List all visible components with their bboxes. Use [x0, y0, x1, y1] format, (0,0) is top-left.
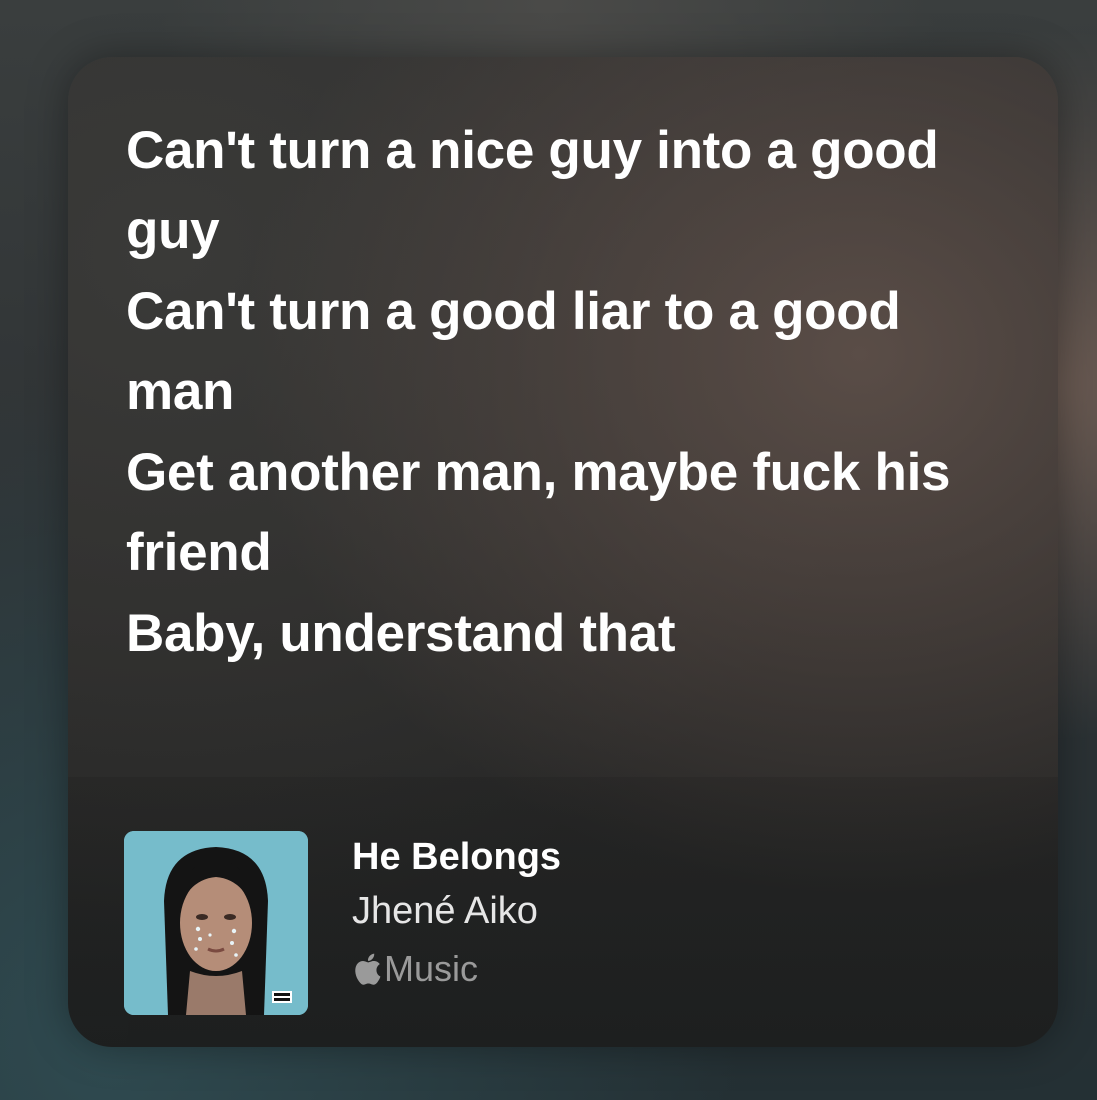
lyrics-block: Can't turn a nice guy into a good guy Ca… [126, 111, 1006, 674]
song-title: He Belongs [352, 836, 562, 878]
album-cover-image[interactable] [124, 831, 308, 1015]
apple-logo-icon [355, 953, 381, 985]
artist-name: Jhené Aiko [352, 890, 538, 932]
lyric-line: Can't turn a nice guy into a good guy [126, 121, 939, 260]
track-info: He Belongs Jhené Aiko Music [352, 831, 561, 999]
lyric-line: Can't turn a good liar to a good man [126, 282, 901, 421]
service-badge: Music [352, 939, 561, 999]
lyric-line: Get another man, maybe fuck his friend [126, 443, 951, 582]
lyrics-share-card: Can't turn a nice guy into a good guy Ca… [68, 57, 1058, 1047]
lyric-line: Baby, understand that [126, 604, 676, 663]
service-label: Music [384, 948, 479, 989]
track-footer: He Belongs Jhené Aiko Music [68, 777, 1058, 1047]
